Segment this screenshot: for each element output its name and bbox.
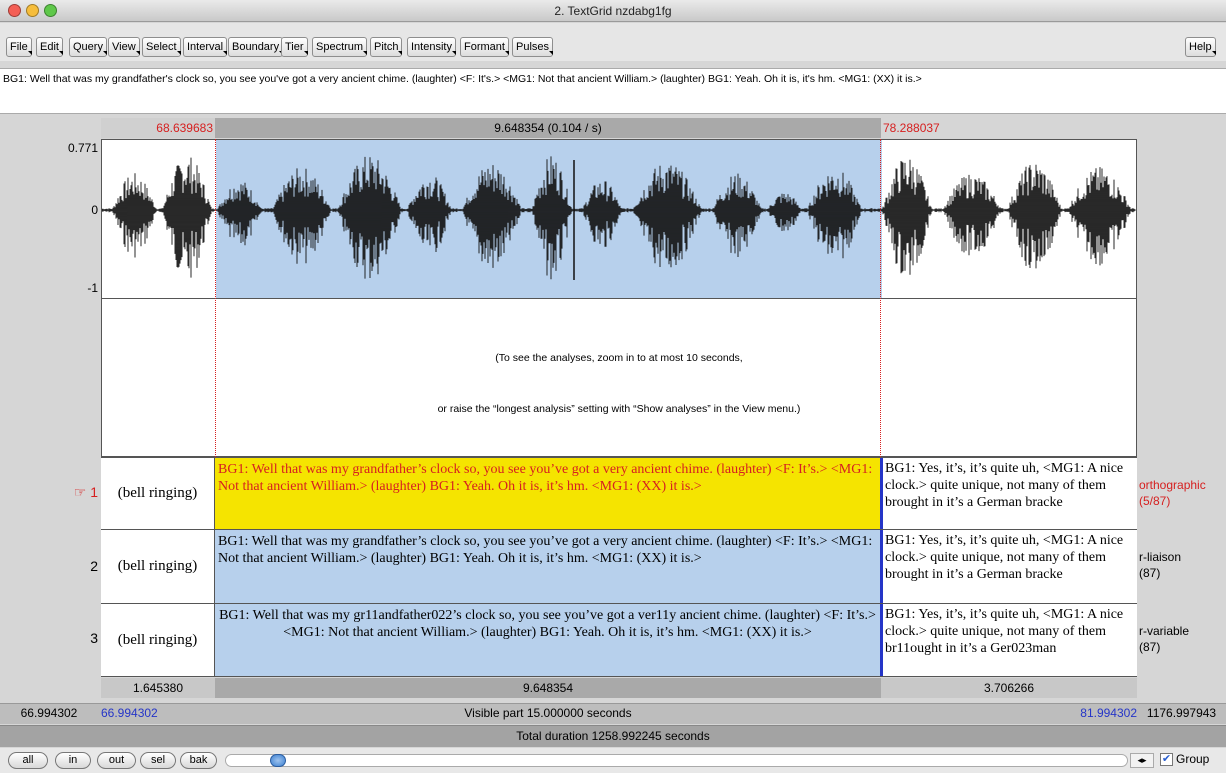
tier-2-left-interval[interactable]: (bell ringing) bbox=[101, 530, 215, 603]
help-button[interactable]: Help bbox=[1185, 37, 1216, 57]
title-bar: 2. TextGrid nzdabg1fg bbox=[0, 0, 1226, 22]
tier-3-name: r-variable (87) bbox=[1139, 623, 1189, 655]
time-scrollbar[interactable] bbox=[225, 754, 1128, 767]
menu-view[interactable]: View bbox=[108, 37, 140, 57]
waveform-panel[interactable] bbox=[101, 139, 1137, 299]
visible-end: 81.994302 bbox=[1080, 706, 1137, 720]
waveform-trace bbox=[102, 156, 1136, 280]
group-checkbox[interactable]: ✔ bbox=[1160, 753, 1173, 766]
tier-1-count: (5/87) bbox=[1139, 494, 1171, 508]
menu-query[interactable]: Query bbox=[69, 37, 107, 57]
tier-3-selected-interval[interactable]: BG1: Well that was my gr11andfather022’s… bbox=[215, 604, 880, 676]
menu-select[interactable]: Select bbox=[142, 37, 181, 57]
visible-part-label: Visible part 15.000000 seconds bbox=[464, 706, 632, 720]
menu-intensity[interactable]: Intensity bbox=[407, 37, 456, 57]
selection-start-line bbox=[215, 139, 216, 457]
selection-duration: 9.648354 (0.104 / s) bbox=[494, 121, 602, 135]
selection-start-time: 68.639683 bbox=[156, 121, 213, 135]
selection-end-line bbox=[880, 139, 881, 457]
tier-2-selected-interval[interactable]: BG1: Well that was my grandfather’s cloc… bbox=[215, 530, 880, 603]
menu-interval[interactable]: Interval bbox=[183, 37, 228, 57]
zoom-in-button[interactable]: in bbox=[55, 752, 91, 769]
window-title: 2. TextGrid nzdabg1fg bbox=[554, 4, 672, 18]
visible-start: 66.994302 bbox=[101, 706, 158, 720]
visible-end-outer: 1176.997943 bbox=[1146, 706, 1217, 720]
y-axis-min: -1 bbox=[87, 281, 98, 295]
tier-1-left-interval[interactable]: (bell ringing) bbox=[101, 458, 215, 529]
menu-pitch[interactable]: Pitch bbox=[370, 37, 403, 57]
menu-edit[interactable]: Edit bbox=[36, 37, 63, 57]
zoom-back-button[interactable]: bak bbox=[180, 752, 217, 769]
group-label: Group bbox=[1176, 752, 1210, 766]
tier-3-number: 3 bbox=[90, 630, 98, 646]
tier-1-number-label: 1 bbox=[90, 484, 98, 500]
total-duration-label: Total duration 1258.992245 seconds bbox=[516, 729, 710, 743]
menu-tier[interactable]: Tier bbox=[281, 37, 308, 57]
zoom-all-button[interactable]: all bbox=[8, 752, 48, 769]
zoom-out-button[interactable]: out bbox=[97, 752, 136, 769]
menu-pulses[interactable]: Pulses bbox=[512, 37, 554, 57]
tier-2-name-label: r-liaison bbox=[1139, 550, 1182, 564]
tier-3-right-interval[interactable]: BG1: Yes, it’s, it’s quite uh, <MG1: A n… bbox=[880, 604, 1137, 676]
menu-boundary[interactable]: Boundary bbox=[228, 37, 284, 57]
duration-left: 1.645380 bbox=[132, 681, 184, 695]
analysis-message-line2: or raise the “longest analysis” setting … bbox=[437, 403, 801, 415]
zoom-selection-button[interactable]: sel bbox=[140, 752, 176, 769]
tier-1-name-label: orthographic bbox=[1139, 478, 1206, 492]
duration-right: 3.706266 bbox=[983, 681, 1035, 695]
analysis-panel[interactable]: (To see the analyses, zoom in to at most… bbox=[101, 299, 1137, 457]
scrollbar-thumb[interactable] bbox=[270, 754, 286, 767]
tier-3-left-interval[interactable]: (bell ringing) bbox=[101, 604, 215, 676]
waveform-path bbox=[102, 156, 1136, 280]
menu-file[interactable]: File bbox=[6, 37, 32, 57]
scroll-arrows-icon[interactable]: ◂▸ bbox=[1130, 753, 1154, 768]
selection-end-time: 78.288037 bbox=[883, 121, 940, 135]
analysis-message-line1: (To see the analyses, zoom in to at most… bbox=[495, 352, 743, 364]
tier-2-count: (87) bbox=[1139, 566, 1161, 580]
y-axis-max: 0.771 bbox=[67, 141, 98, 155]
tier-3-count: (87) bbox=[1139, 640, 1161, 654]
tier-1-number: ☞ 1 bbox=[0, 484, 98, 501]
tier-2-right-interval[interactable]: BG1: Yes, it’s, it’s quite uh, <MG1: A n… bbox=[880, 530, 1137, 603]
tier-1-selected-interval[interactable]: BG1: Well that was my grandfather’s cloc… bbox=[215, 458, 880, 529]
menu-formant[interactable]: Formant bbox=[460, 37, 509, 57]
y-axis-zero: 0 bbox=[91, 203, 98, 217]
menu-spectrum[interactable]: Spectrum bbox=[312, 37, 368, 57]
interval-text-value: BG1: Well that was my grandfather's cloc… bbox=[3, 73, 922, 85]
tier-1-right-interval[interactable]: BG1: Yes, it’s, it’s quite uh, <MG1: A n… bbox=[880, 458, 1137, 529]
tier-1-row[interactable]: (bell ringing) BG1: Well that was my gra… bbox=[101, 457, 1137, 529]
duration-center: 9.648354 bbox=[522, 681, 574, 695]
tier-1-name: orthographic (5/87) bbox=[1139, 477, 1206, 509]
tier-3-row[interactable]: (bell ringing) BG1: Well that was my gr1… bbox=[101, 603, 1137, 677]
tier-2-number: 2 bbox=[90, 558, 98, 574]
tier-2-name: r-liaison (87) bbox=[1139, 549, 1181, 581]
tier-1-pointer-icon: ☞ bbox=[73, 484, 87, 500]
tier-2-row[interactable]: (bell ringing) BG1: Well that was my gra… bbox=[101, 529, 1137, 603]
interval-text-field[interactable]: BG1: Well that was my grandfather's cloc… bbox=[0, 68, 1226, 114]
tier-3-name-label: r-variable bbox=[1139, 624, 1190, 638]
visible-start-outer: 66.994302 bbox=[20, 706, 78, 720]
menu-bar: File Edit Query View Select Interval Bou… bbox=[0, 23, 1226, 61]
